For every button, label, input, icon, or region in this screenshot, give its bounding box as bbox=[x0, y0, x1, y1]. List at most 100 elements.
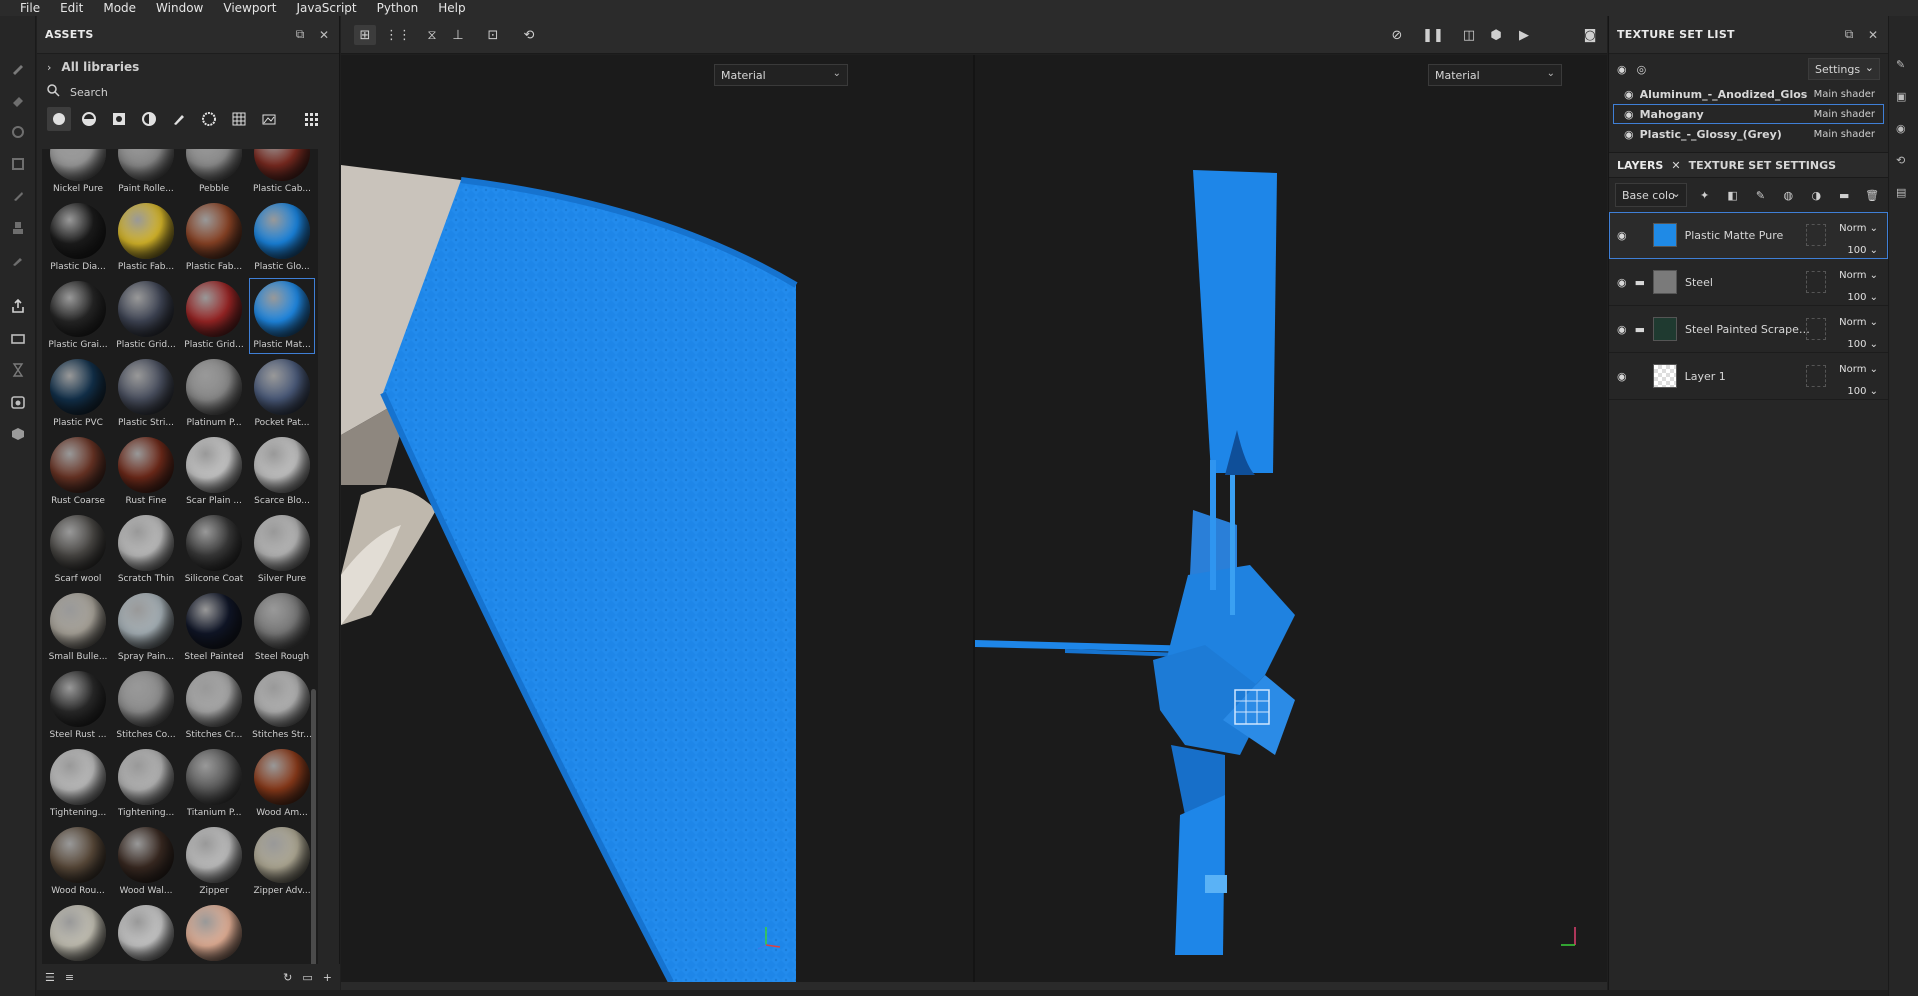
log-icon[interactable]: ▤ bbox=[1896, 186, 1912, 202]
asset-item[interactable]: Plastic Mat... bbox=[248, 277, 316, 355]
visibility-all-icon[interactable]: ◉ bbox=[1617, 63, 1627, 76]
channel-dropdown[interactable]: Base colo ⌄ bbox=[1615, 183, 1687, 207]
asset-item[interactable]: Plastic Fab... bbox=[112, 199, 180, 277]
layer-opacity[interactable]: 100 bbox=[1847, 292, 1866, 303]
folder-icon[interactable]: ▭ bbox=[302, 971, 312, 984]
blend-mode[interactable]: Norm bbox=[1839, 317, 1866, 328]
menu-edit[interactable]: Edit bbox=[50, 0, 93, 16]
add-paint-layer-icon[interactable]: ✎ bbox=[1751, 185, 1771, 205]
blend-mode[interactable]: Norm bbox=[1839, 270, 1866, 281]
asset-item[interactable]: Plastic Cab... bbox=[248, 149, 316, 199]
asset-item[interactable]: Plastic Grai... bbox=[44, 277, 112, 355]
brush-settings-icon[interactable]: ✎ bbox=[1896, 58, 1912, 74]
export-icon[interactable] bbox=[8, 296, 28, 316]
add-folder-icon[interactable]: ▬ bbox=[1834, 185, 1854, 205]
asset-item[interactable]: Plastic Grid... bbox=[112, 277, 180, 355]
pause-icon[interactable]: ❚❚ bbox=[1422, 25, 1444, 45]
asset-item[interactable]: Scratch Thin bbox=[112, 511, 180, 589]
brush-filter-icon[interactable] bbox=[167, 107, 191, 131]
layer-thumbnail[interactable] bbox=[1652, 223, 1677, 247]
settings-dropdown[interactable]: Settings ⌄ bbox=[1808, 58, 1880, 80]
asset-item[interactable]: Steel Rough bbox=[248, 589, 316, 667]
asset-item[interactable]: Zipper Adv... bbox=[112, 901, 180, 964]
picker-icon[interactable] bbox=[8, 250, 28, 270]
tab-texture-set-settings[interactable]: TEXTURE SET SETTINGS bbox=[1689, 159, 1836, 172]
cube-view-icon[interactable]: ⬢ bbox=[1485, 25, 1507, 45]
tab-layers[interactable]: LAYERS bbox=[1617, 159, 1663, 172]
layer-thumbnail[interactable] bbox=[1653, 270, 1678, 294]
view-2d3d-icon[interactable]: ⊞ bbox=[354, 25, 376, 45]
align-icon[interactable]: ⊥ bbox=[447, 25, 469, 45]
menu-file[interactable]: File bbox=[10, 0, 50, 16]
layer-row[interactable]: ◉ Plastic Matte Pure Norm ⌄ 100 ⌄ bbox=[1609, 212, 1888, 259]
asset-item[interactable]: Silicone Coat bbox=[180, 511, 248, 589]
delete-icon[interactable]: 🗑 bbox=[1862, 185, 1882, 205]
asset-item[interactable]: Nickel Pure bbox=[44, 149, 112, 199]
grid-view-icon[interactable] bbox=[299, 107, 323, 131]
asset-item[interactable]: Pocket Pat... bbox=[248, 355, 316, 433]
frame-icon[interactable]: ⊡ bbox=[482, 25, 504, 45]
blend-mode[interactable]: Norm bbox=[1839, 364, 1866, 375]
layer-name[interactable]: Plastic Matte Pure bbox=[1685, 229, 1815, 242]
layer-thumbnail[interactable] bbox=[1653, 317, 1678, 341]
smart-material-filter-icon[interactable] bbox=[77, 107, 101, 131]
asset-item[interactable]: Zipper bbox=[180, 823, 248, 901]
add-fill-layer-icon[interactable]: ◍ bbox=[1778, 185, 1798, 205]
layer-name[interactable]: Steel bbox=[1685, 276, 1815, 289]
bake-icon[interactable] bbox=[8, 328, 28, 348]
close-icon[interactable]: ✕ bbox=[317, 28, 331, 42]
asset-item[interactable]: Rust Coarse bbox=[44, 433, 112, 511]
layer-opacity[interactable]: 100 bbox=[1847, 245, 1866, 256]
asset-item[interactable]: Tightening... bbox=[44, 745, 112, 823]
particle-filter-icon[interactable] bbox=[197, 107, 221, 131]
asset-item[interactable]: Plastic Dia... bbox=[44, 199, 112, 277]
cube-icon[interactable] bbox=[8, 424, 28, 444]
grid-tiles-icon[interactable]: ⋮⋮ bbox=[385, 25, 411, 45]
asset-item[interactable]: Zombie B... bbox=[180, 901, 248, 964]
shader-label[interactable]: Main shader bbox=[1814, 89, 1875, 100]
mask-slot[interactable] bbox=[1806, 365, 1826, 387]
menu-help[interactable]: Help bbox=[428, 0, 475, 16]
asset-item[interactable]: Wood Wal... bbox=[112, 823, 180, 901]
viewport-scrollbar[interactable] bbox=[341, 982, 1607, 990]
blend-mode[interactable]: Norm bbox=[1839, 223, 1866, 234]
folder-icon[interactable]: ▬ bbox=[1635, 276, 1645, 289]
library-selector[interactable]: › All libraries bbox=[37, 54, 339, 80]
smudge-icon[interactable] bbox=[8, 186, 28, 206]
asset-item[interactable]: Plastic Glo... bbox=[248, 199, 316, 277]
asset-item[interactable]: Titanium P... bbox=[180, 745, 248, 823]
filter-effect-icon[interactable] bbox=[137, 107, 161, 131]
folder-icon[interactable]: ▬ bbox=[1635, 323, 1645, 336]
split-view-icon[interactable]: ◫ bbox=[1458, 25, 1480, 45]
eye-icon[interactable]: ◉ bbox=[1617, 276, 1627, 289]
asset-item[interactable]: Steel Rust ... bbox=[44, 667, 112, 745]
viewport-2d-mode-dropdown[interactable]: Material ⌄ bbox=[1428, 64, 1562, 86]
asset-item[interactable]: Scar Plain ... bbox=[180, 433, 248, 511]
asset-item[interactable]: Paint Rolle... bbox=[112, 149, 180, 199]
eye-icon[interactable]: ◉ bbox=[1617, 370, 1627, 383]
eye-icon[interactable]: ◉ bbox=[1617, 323, 1627, 336]
display-settings-icon[interactable]: ▣ bbox=[1896, 90, 1912, 106]
projection-icon[interactable] bbox=[8, 122, 28, 142]
menu-javascript[interactable]: JavaScript bbox=[286, 0, 366, 16]
eye-icon[interactable]: ◉ bbox=[1617, 229, 1627, 242]
eye-icon[interactable]: ◉ bbox=[1624, 88, 1634, 101]
search-field[interactable]: Search bbox=[37, 80, 339, 104]
polygon-fill-icon[interactable] bbox=[8, 154, 28, 174]
material-filter-icon[interactable] bbox=[47, 107, 71, 131]
viewport-3d[interactable]: Material ⌄ bbox=[341, 55, 973, 982]
viewport-3d-mode-dropdown[interactable]: Material ⌄ bbox=[714, 64, 848, 86]
asset-item[interactable]: Scarf wool bbox=[44, 511, 112, 589]
menu-mode[interactable]: Mode bbox=[93, 0, 146, 16]
list-view-icon[interactable]: ≡ bbox=[65, 971, 74, 984]
asset-item[interactable]: Plastic Fab... bbox=[180, 199, 248, 277]
asset-item[interactable]: Wood Rou... bbox=[44, 823, 112, 901]
paint-brush-icon[interactable] bbox=[8, 58, 28, 78]
asset-item[interactable]: Steel Painted bbox=[180, 589, 248, 667]
undock-icon[interactable]: ⧉ bbox=[293, 27, 307, 42]
add-effect-icon[interactable]: ✦ bbox=[1695, 185, 1715, 205]
mask-slot[interactable] bbox=[1806, 224, 1826, 246]
shader-label[interactable]: Main shader bbox=[1814, 129, 1875, 140]
mask-slot[interactable] bbox=[1806, 271, 1826, 293]
camera-icon[interactable]: ▶ bbox=[1513, 25, 1535, 45]
